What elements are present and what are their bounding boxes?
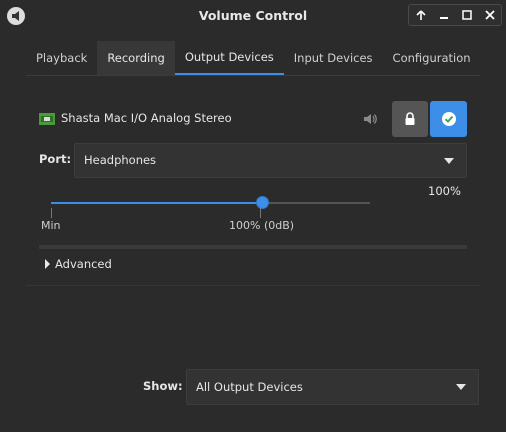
- device-divider: [26, 285, 480, 286]
- keep-above-button[interactable]: [409, 5, 432, 25]
- tab-input-devices[interactable]: Input Devices: [284, 41, 383, 75]
- window-controls: [408, 4, 502, 26]
- port-dropdown[interactable]: Headphones: [74, 143, 467, 178]
- port-label: Port:: [39, 152, 72, 166]
- lock-channels-button[interactable]: [392, 101, 428, 137]
- volume-slider-handle[interactable]: [255, 196, 269, 209]
- mute-speaker-icon[interactable]: [362, 111, 378, 127]
- maximize-icon: [461, 10, 472, 20]
- port-value: Headphones: [84, 153, 157, 167]
- chevron-down-icon: [444, 158, 454, 164]
- minimize-icon: [439, 17, 448, 19]
- show-label: Show:: [143, 379, 183, 393]
- lock-icon: [405, 112, 415, 125]
- advanced-expander[interactable]: Advanced: [55, 257, 112, 271]
- chevron-down-icon: [456, 384, 466, 390]
- expander-arrow-icon[interactable]: [45, 259, 50, 269]
- show-value: All Output Devices: [196, 380, 303, 394]
- maximize-button[interactable]: [455, 5, 478, 25]
- set-default-button[interactable]: [430, 101, 467, 137]
- arrow-up-icon: [415, 9, 426, 20]
- device-name: Shasta Mac I/O Analog Stereo: [61, 111, 232, 125]
- close-button[interactable]: [478, 5, 501, 25]
- tab-output-devices[interactable]: Output Devices: [174, 41, 284, 75]
- tab-recording[interactable]: Recording: [97, 41, 175, 75]
- zero-db-tick: [260, 208, 261, 218]
- volume-percent: 100%: [428, 184, 461, 198]
- tab-bar: Playback Recording Output Devices Input …: [26, 41, 481, 75]
- show-dropdown[interactable]: All Output Devices: [186, 369, 479, 405]
- minimize-button[interactable]: [432, 5, 455, 25]
- title-bar: Volume Control: [0, 0, 506, 32]
- min-label: Min: [41, 219, 61, 232]
- check-circle-icon: [441, 112, 456, 126]
- section-separator: [39, 245, 467, 249]
- zero-db-label: 100% (0dB): [229, 219, 295, 232]
- tab-playback[interactable]: Playback: [26, 41, 97, 75]
- volume-slider[interactable]: [51, 196, 370, 209]
- tab-divider: [26, 75, 480, 76]
- min-tick: [51, 208, 52, 218]
- close-icon: [484, 10, 495, 20]
- volume-slider-fill: [51, 202, 262, 204]
- sound-card-icon: [39, 113, 55, 125]
- tab-configuration[interactable]: Configuration: [383, 41, 481, 75]
